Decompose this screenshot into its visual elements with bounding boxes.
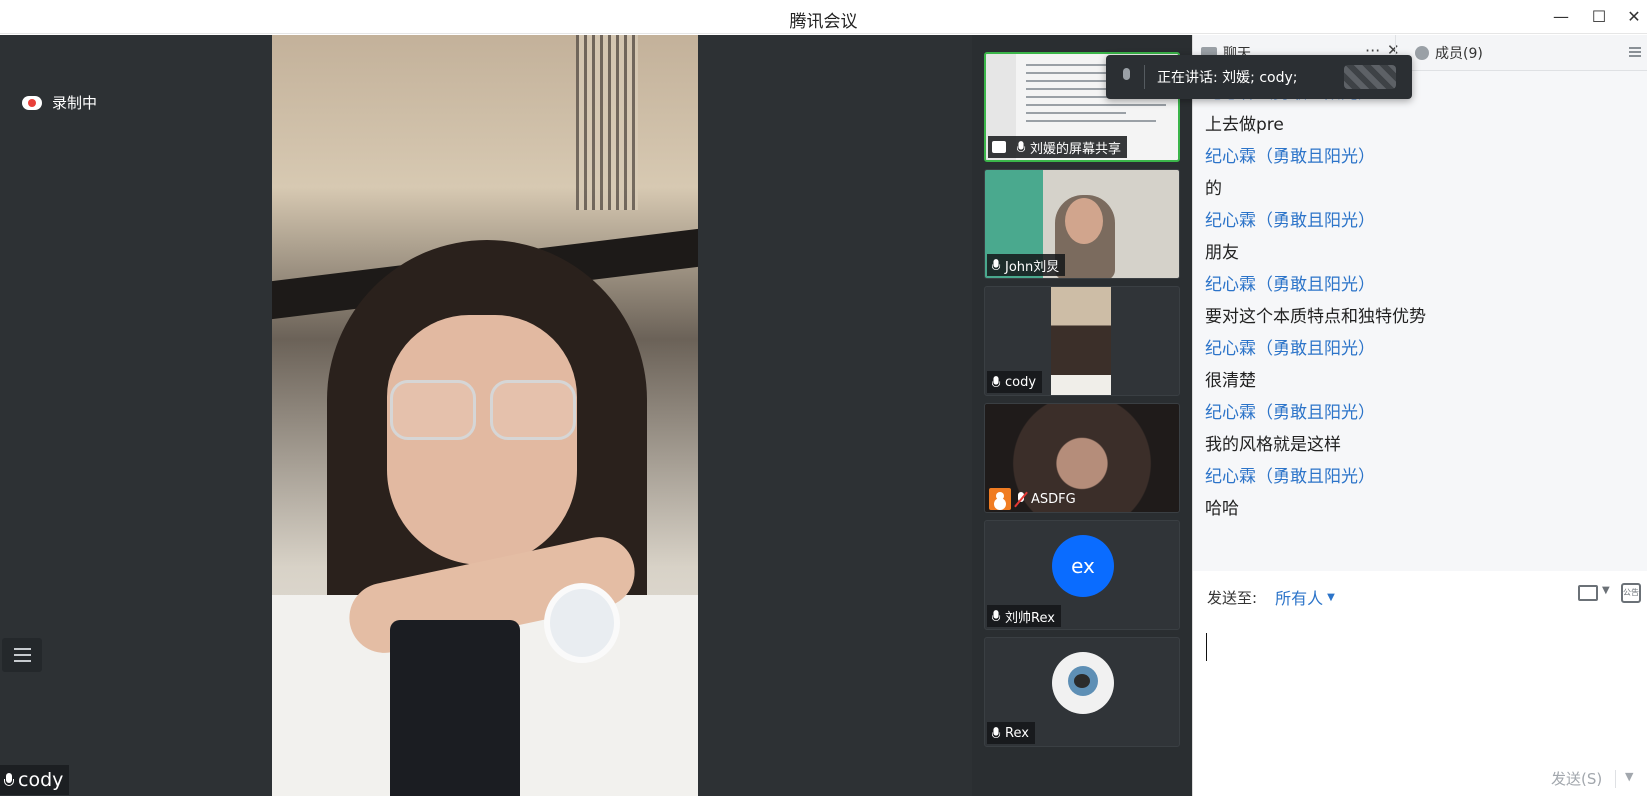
send-to-target[interactable]: 所有人	[1275, 585, 1323, 609]
thumb-asdfg[interactable]: ASDFG	[984, 403, 1180, 513]
thumb-john[interactable]: John刘炅	[984, 169, 1180, 279]
thumb-rex[interactable]: Rex	[984, 637, 1180, 747]
mic-icon	[1120, 68, 1132, 86]
message-text: 很清楚	[1205, 371, 1256, 391]
glasses	[390, 380, 580, 440]
mic-icon	[991, 375, 1001, 389]
message-text: 的	[1205, 179, 1222, 199]
message-text: 我的风格就是这样	[1205, 435, 1341, 455]
thumb-label: ASDFG	[985, 488, 1082, 510]
screen-share-icon	[992, 141, 1006, 153]
minimize-button[interactable]: —	[1548, 4, 1574, 30]
message-sender[interactable]: 纪心霖（勇敢且阳光）	[1205, 141, 1636, 173]
user-icon	[1415, 46, 1429, 60]
water-bottle	[390, 620, 520, 796]
speaking-text: 正在讲话: 刘媛; cody;	[1157, 70, 1298, 86]
message-sender[interactable]: 纪心霖（勇敢且阳光）	[1205, 205, 1636, 237]
cloud-record-icon	[22, 95, 42, 110]
folder-icon[interactable]	[1578, 585, 1598, 601]
thumb-label: 刘媛的屏幕共享	[988, 136, 1128, 158]
recording-indicator[interactable]: 录制中	[22, 92, 97, 113]
chevron-down-icon[interactable]: ▼	[1625, 770, 1633, 783]
thumb-rex-liu[interactable]: ex 刘帅Rex	[984, 520, 1180, 630]
text-cursor	[1206, 633, 1207, 661]
menu-icon[interactable]	[1629, 47, 1641, 57]
close-button[interactable]: ✕	[1621, 4, 1647, 30]
send-button[interactable]: 发送(S)	[1551, 768, 1602, 789]
recording-label: 录制中	[52, 94, 98, 112]
message-sender[interactable]: 纪心霖（勇敢且阳光）	[1205, 269, 1636, 301]
title-bar: 腾讯会议 — ☐ ✕	[0, 0, 1647, 34]
send-to-label: 发送至:	[1207, 588, 1258, 607]
mic-icon	[1016, 140, 1026, 154]
send-to-selector[interactable]: 发送至: 所有人 ▼	[1207, 585, 1335, 609]
chat-messages[interactable]: 纪心霖（勇敢且阳光）上去做pre纪心霖（勇敢且阳光）的纪心霖（勇敢且阳光）朋友纪…	[1193, 71, 1647, 571]
mic-icon	[991, 609, 1001, 623]
participant-thumbnails: 刘媛的屏幕共享 John刘炅 cody ASDFG ex 刘帅Rex Rex	[972, 35, 1192, 796]
message-sender[interactable]: 纪心霖（勇敢且阳光）	[1205, 461, 1636, 493]
person-icon	[989, 488, 1011, 510]
avatar-stack	[1344, 65, 1396, 89]
thumb-label: cody	[987, 371, 1043, 393]
message-sender[interactable]: 纪心霖（勇敢且阳光）	[1205, 397, 1636, 429]
tab-members[interactable]: 成员(9)	[1415, 43, 1483, 63]
message-text: 朋友	[1205, 243, 1239, 263]
main-speaker-name: cody	[18, 769, 64, 791]
window-title: 腾讯会议	[789, 12, 858, 32]
chat-panel: 聊天 ··· ✕ 成员(9) 纪心霖（勇敢且阳光）上去做pre纪心霖（勇敢且阳光…	[1192, 35, 1647, 796]
mic-icon	[991, 258, 1001, 272]
message-text: 要对这个本质特点和独特优势	[1205, 307, 1426, 327]
mic-icon	[4, 772, 14, 788]
notice-icon[interactable]: 公告	[1621, 583, 1641, 603]
thumb-label: John刘炅	[987, 254, 1066, 276]
thumb-cody[interactable]: cody	[984, 286, 1180, 396]
message-sender[interactable]: 纪心霖（勇敢且阳光）	[1205, 333, 1636, 365]
chat-compose: 发送至: 所有人 ▼ ▼ 公告	[1193, 571, 1647, 796]
message-text: 上去做pre	[1205, 115, 1284, 135]
wristwatch	[544, 583, 620, 663]
chevron-down-icon: ▼	[1327, 591, 1335, 603]
message-text: 哈哈	[1205, 499, 1239, 519]
avatar	[1052, 652, 1114, 714]
thumb-label: Rex	[987, 722, 1035, 744]
mic-icon	[991, 726, 1001, 740]
thumb-label: 刘帅Rex	[987, 605, 1061, 627]
maximize-button[interactable]: ☐	[1586, 4, 1612, 30]
chevron-down-icon[interactable]: ▼	[1602, 585, 1610, 596]
main-speaker-name-tag: cody	[0, 765, 70, 795]
avatar: ex	[1052, 535, 1114, 597]
participant-list-toggle[interactable]	[2, 638, 42, 672]
main-speaker-video	[272, 35, 698, 796]
mic-muted-icon	[1015, 491, 1027, 507]
speaking-toast: 正在讲话: 刘媛; cody;	[1106, 55, 1412, 99]
